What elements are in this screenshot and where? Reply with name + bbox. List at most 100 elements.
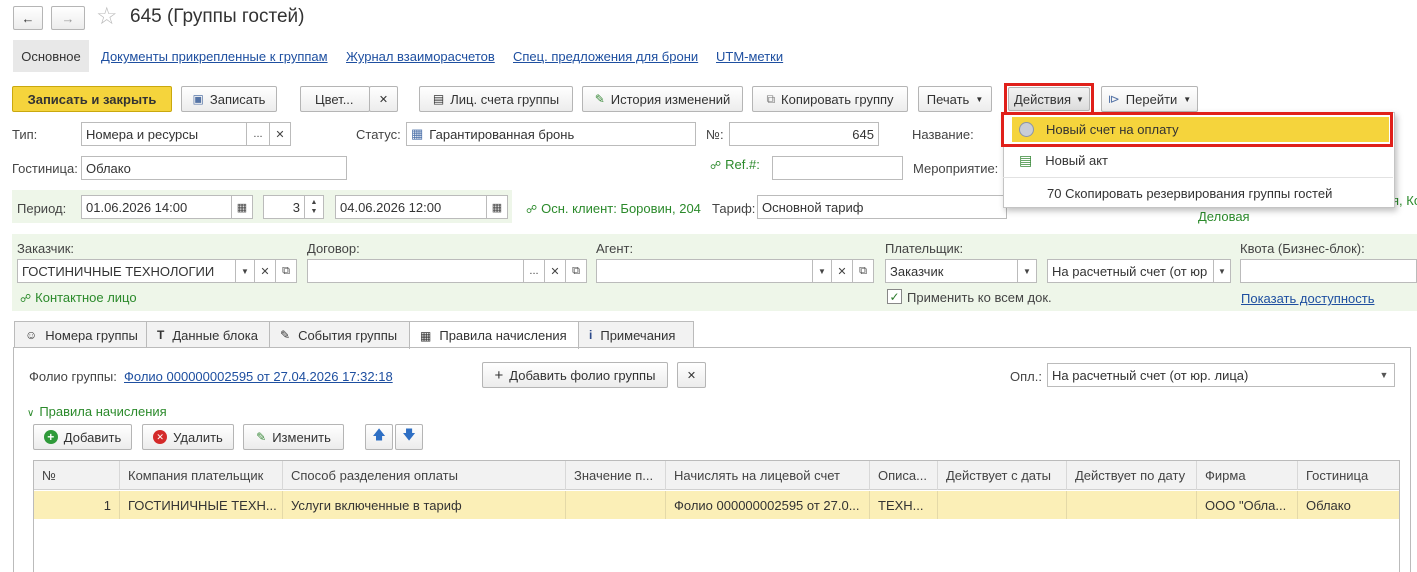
row-hotel: Облако (1306, 497, 1351, 513)
col-valid-from[interactable]: Действует с даты (938, 461, 1067, 490)
color-button[interactable]: Цвет... (300, 86, 370, 112)
period-label: Период: (17, 201, 67, 216)
hotel-field[interactable]: Облако (81, 156, 347, 180)
nav-tab-journal[interactable]: Журнал взаиморасчетов (346, 49, 495, 64)
ref-field[interactable] (772, 156, 903, 180)
nav-tab-utm[interactable]: UTM-метки (716, 49, 783, 64)
agent-field[interactable] (596, 259, 814, 283)
tab-charge-rules[interactable]: ▦ Правила начисления (409, 321, 579, 349)
period-from-field[interactable]: 01.06.2026 14:00 (81, 195, 232, 219)
period-to-calendar-button[interactable]: ▦ (486, 195, 508, 219)
col-hotel[interactable]: Гостиница (1298, 461, 1399, 490)
group-accounts-button[interactable]: ▤ Лиц. счета группы (419, 86, 573, 112)
row-company: ООО "Обла... (1197, 491, 1298, 519)
payment-label: Опл.: (1010, 369, 1042, 384)
type-field[interactable]: Номера и ресурсы (81, 122, 247, 146)
contract-clear-button[interactable]: ✕ (544, 259, 566, 283)
payment-method-field[interactable]: На расчетный счет (от юр (1047, 259, 1215, 283)
payment-dropdown[interactable]: ▼ (1376, 364, 1392, 386)
color-clear-button[interactable]: ✕ (369, 86, 398, 112)
nav-tab-special-offers[interactable]: Спец. предложения для брони (513, 49, 698, 64)
edit-rule-button[interactable]: ✎ Изменить (243, 424, 344, 450)
save-close-button[interactable]: Записать и закрыть (12, 86, 172, 112)
tab-block-data[interactable]: T Данные блока (146, 321, 270, 348)
customer-open-button[interactable]: ⧉ (275, 259, 297, 283)
nights-stepper[interactable]: ▲ ▼ (304, 195, 324, 219)
agent-clear-button[interactable]: ✕ (831, 259, 853, 283)
favorite-star-icon[interactable]: ☆ (96, 2, 118, 31)
payment-method-dropdown[interactable]: ▼ (1213, 259, 1231, 283)
row-number: 1 (34, 491, 120, 519)
row-charge-account: Фолио 000000002595 от 27.0... (666, 491, 870, 519)
print-button[interactable]: Печать ▼ (918, 86, 992, 112)
menu-item-copy-reservations[interactable]: 70 Скопировать резервирования группы гос… (1047, 182, 1332, 204)
col-split-method[interactable]: Способ разделения оплаты (283, 461, 566, 490)
agent-dropdown[interactable]: ▼ (812, 259, 832, 283)
payer-field[interactable]: Заказчик (885, 259, 1019, 283)
period-to-field[interactable]: 04.06.2026 12:00 (335, 195, 487, 219)
nights-field[interactable]: 3 (263, 195, 305, 219)
chevron-down-icon: ▼ (818, 266, 826, 276)
col-description[interactable]: Описа... (870, 461, 938, 490)
tab-group-rooms[interactable]: ☺ Номера группы (14, 321, 147, 348)
arrow-left-icon: ← (21, 10, 35, 26)
status-field[interactable]: ▦ Гарантированная бронь (406, 122, 696, 146)
agent-open-button[interactable]: ⧉ (852, 259, 874, 283)
text-icon: T (157, 328, 165, 342)
contract-select-button[interactable]: ... (523, 259, 545, 283)
col-company[interactable]: Фирма (1197, 461, 1298, 490)
customer-field[interactable]: ГОСТИНИЧНЫЕ ТЕХНОЛОГИИ (17, 259, 237, 283)
type-clear-button[interactable]: ✕ (269, 122, 291, 146)
delete-rule-button[interactable]: ✕ Удалить (142, 424, 234, 450)
actions-button[interactable]: Действия ▼ (1008, 87, 1090, 111)
payer-dropdown[interactable]: ▼ (1017, 259, 1037, 283)
col-charge-account[interactable]: Начислять на лицевой счет (666, 461, 870, 490)
save-button[interactable]: ▣ Записать (181, 86, 277, 112)
rules-section-toggle[interactable]: ∨ Правила начисления (27, 404, 167, 419)
show-availability-link[interactable]: Показать доступность (1241, 291, 1374, 306)
move-up-button[interactable]: 🡅 (365, 424, 393, 450)
customer-dropdown[interactable]: ▼ (235, 259, 255, 283)
customer-clear-button[interactable]: ✕ (254, 259, 276, 283)
tariff-field[interactable]: Основной тариф (757, 195, 1007, 219)
folio-clear-button[interactable]: ✕ (677, 362, 706, 388)
quota-field[interactable] (1240, 259, 1417, 283)
contact-person-link[interactable]: ☍ Контактное лицо (20, 290, 137, 305)
forward-button[interactable]: → (51, 6, 85, 30)
contract-field[interactable] (307, 259, 525, 283)
move-down-button[interactable]: 🡇 (395, 424, 423, 450)
back-button[interactable]: ← (13, 6, 43, 30)
rules-icon: ▦ (420, 328, 432, 343)
col-payer-company[interactable]: Компания плательщик (120, 461, 283, 490)
menu-item-new-act[interactable]: ▤ Новый акт (1012, 148, 1389, 172)
name-label: Название: (912, 127, 974, 142)
nav-tab-main[interactable]: Основное (13, 40, 89, 72)
history-button[interactable]: ✎ История изменений (582, 86, 743, 112)
link-icon: ☍ (710, 160, 722, 172)
info-icon: i (589, 328, 593, 342)
add-folio-button[interactable]: + Добавить фолио группы (482, 362, 668, 388)
page-title: 645 (Группы гостей) (130, 6, 305, 27)
main-client-link[interactable]: ☍ Осн. клиент: Боровин, 204 (526, 201, 701, 216)
event-label: Мероприятие: (913, 161, 999, 176)
type-select-button[interactable]: ... (246, 122, 270, 146)
period-from-calendar-button[interactable]: ▦ (231, 195, 253, 219)
tab-group-events[interactable]: ✎ События группы (269, 321, 410, 348)
contract-open-button[interactable]: ⧉ (565, 259, 587, 283)
col-number[interactable]: № (34, 461, 120, 490)
ref-label[interactable]: ☍ Ref.#: (710, 157, 760, 172)
tab-notes[interactable]: i Примечания (578, 321, 694, 348)
nav-tab-documents[interactable]: Документы прикрепленные к группам (101, 49, 328, 64)
close-icon: ✕ (378, 93, 389, 106)
col-valid-to[interactable]: Действует по дату (1067, 461, 1197, 490)
copy-group-button[interactable]: ⧉ Копировать группу (752, 86, 908, 112)
number-field[interactable]: 645 (729, 122, 879, 146)
folio-link[interactable]: Фолио 000000002595 от 27.04.2026 17:32:1… (124, 369, 393, 384)
payer-label: Плательщик: (885, 241, 964, 256)
apply-all-checkbox[interactable]: ✓ (887, 289, 902, 304)
payment-field[interactable]: На расчетный счет (от юр. лица) (1047, 363, 1395, 387)
building-icon: ▦ (411, 126, 424, 141)
add-rule-button[interactable]: + Добавить (33, 424, 132, 450)
col-value[interactable]: Значение п... (566, 461, 666, 490)
goto-button[interactable]: ⧐ Перейти ▼ (1101, 86, 1198, 112)
